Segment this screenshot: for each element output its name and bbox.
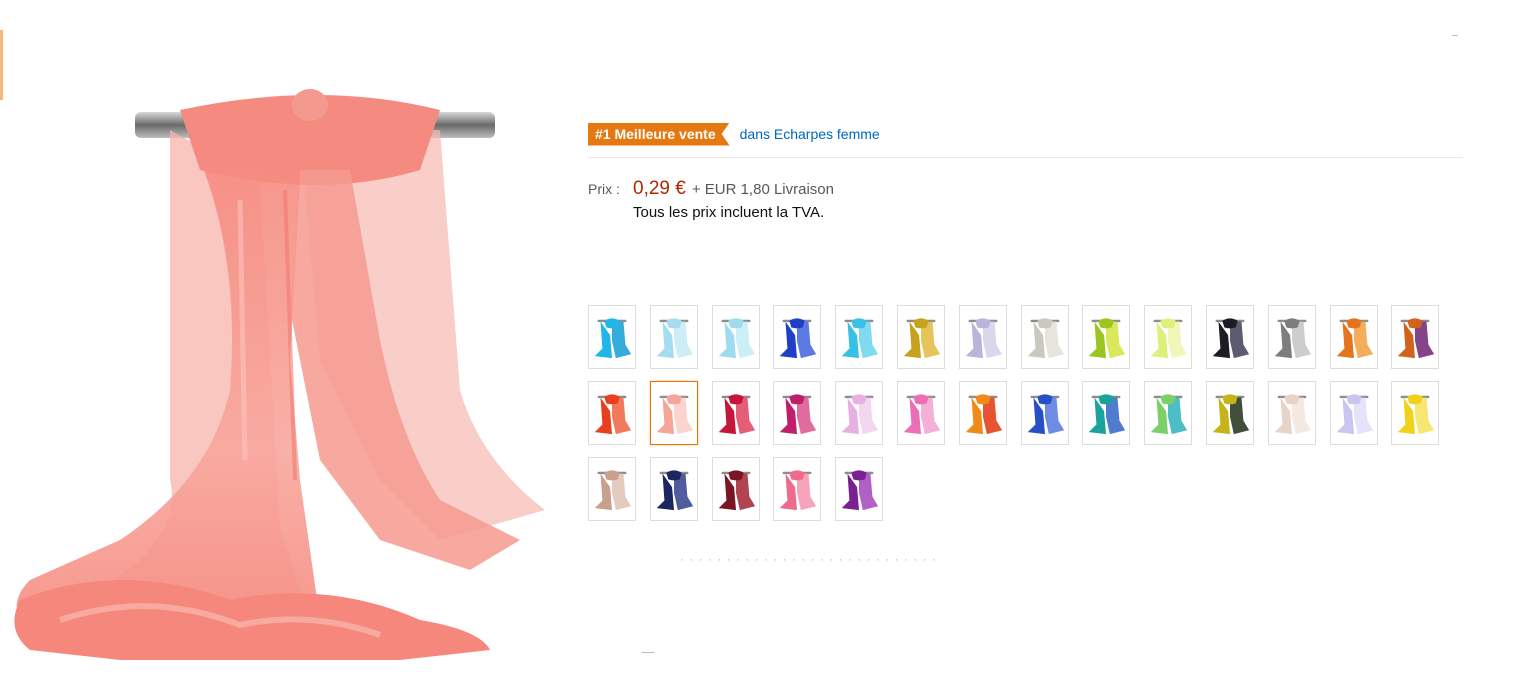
product-details: #1 Meilleure vente dans Echarpes femme P… (588, 120, 1463, 221)
bestseller-row: #1 Meilleure vente dans Echarpes femme (588, 120, 1463, 148)
color-swatch[interactable] (1267, 381, 1316, 445)
color-swatch[interactable] (711, 457, 760, 521)
color-swatch[interactable] (773, 305, 822, 369)
color-swatch[interactable] (649, 457, 698, 521)
scarf-image (14, 89, 545, 660)
price-label: Prix : (588, 181, 620, 197)
color-swatch[interactable] (897, 381, 945, 445)
color-swatch[interactable] (1329, 305, 1378, 369)
color-swatch[interactable] (1206, 305, 1254, 369)
price-row: Prix : 0,29 € + EUR 1,80 Livraison (588, 178, 1463, 200)
color-swatch[interactable] (773, 381, 822, 445)
price-shipping: + EUR 1,80 Livraison (691, 181, 834, 198)
color-swatch[interactable] (1391, 305, 1440, 369)
color-swatch[interactable] (588, 381, 636, 445)
color-swatch[interactable] (1144, 305, 1193, 369)
stray-mark (1452, 35, 1458, 36)
color-swatch[interactable] (1144, 381, 1193, 445)
bestseller-category-link[interactable]: dans Echarpes femme (740, 126, 880, 142)
color-swatch[interactable] (1329, 381, 1378, 445)
more-info-link[interactable]: · · · · · · · · · · · · · · · · · · · · … (680, 552, 937, 566)
divider (588, 157, 1463, 158)
color-swatch[interactable] (835, 457, 884, 521)
color-swatch[interactable] (588, 305, 636, 369)
stray-mark (642, 652, 654, 653)
color-swatch[interactable] (649, 305, 698, 369)
price-value: 0,29 € (633, 178, 686, 199)
color-swatch[interactable] (835, 381, 884, 445)
color-swatch[interactable] (835, 305, 884, 369)
color-swatch[interactable] (1206, 381, 1254, 445)
color-swatch[interactable] (1391, 381, 1440, 445)
vat-note: Tous les prix incluent la TVA. (633, 204, 825, 221)
color-swatch[interactable] (588, 457, 636, 521)
color-swatch[interactable] (1082, 381, 1131, 445)
bestseller-badge: #1 Meilleure vente (588, 123, 730, 146)
color-swatch[interactable] (958, 305, 1007, 369)
color-swatch[interactable] (1020, 305, 1069, 369)
color-swatch[interactable] (649, 381, 698, 445)
color-swatch[interactable] (711, 305, 760, 369)
color-swatch[interactable] (711, 381, 760, 445)
color-swatch[interactable] (897, 305, 945, 369)
color-swatch[interactable] (1020, 381, 1069, 445)
color-swatch[interactable] (1082, 305, 1131, 369)
color-swatch[interactable] (958, 381, 1007, 445)
color-swatch[interactable] (1267, 305, 1316, 369)
product-image[interactable] (0, 60, 560, 660)
color-swatch[interactable] (773, 457, 822, 521)
